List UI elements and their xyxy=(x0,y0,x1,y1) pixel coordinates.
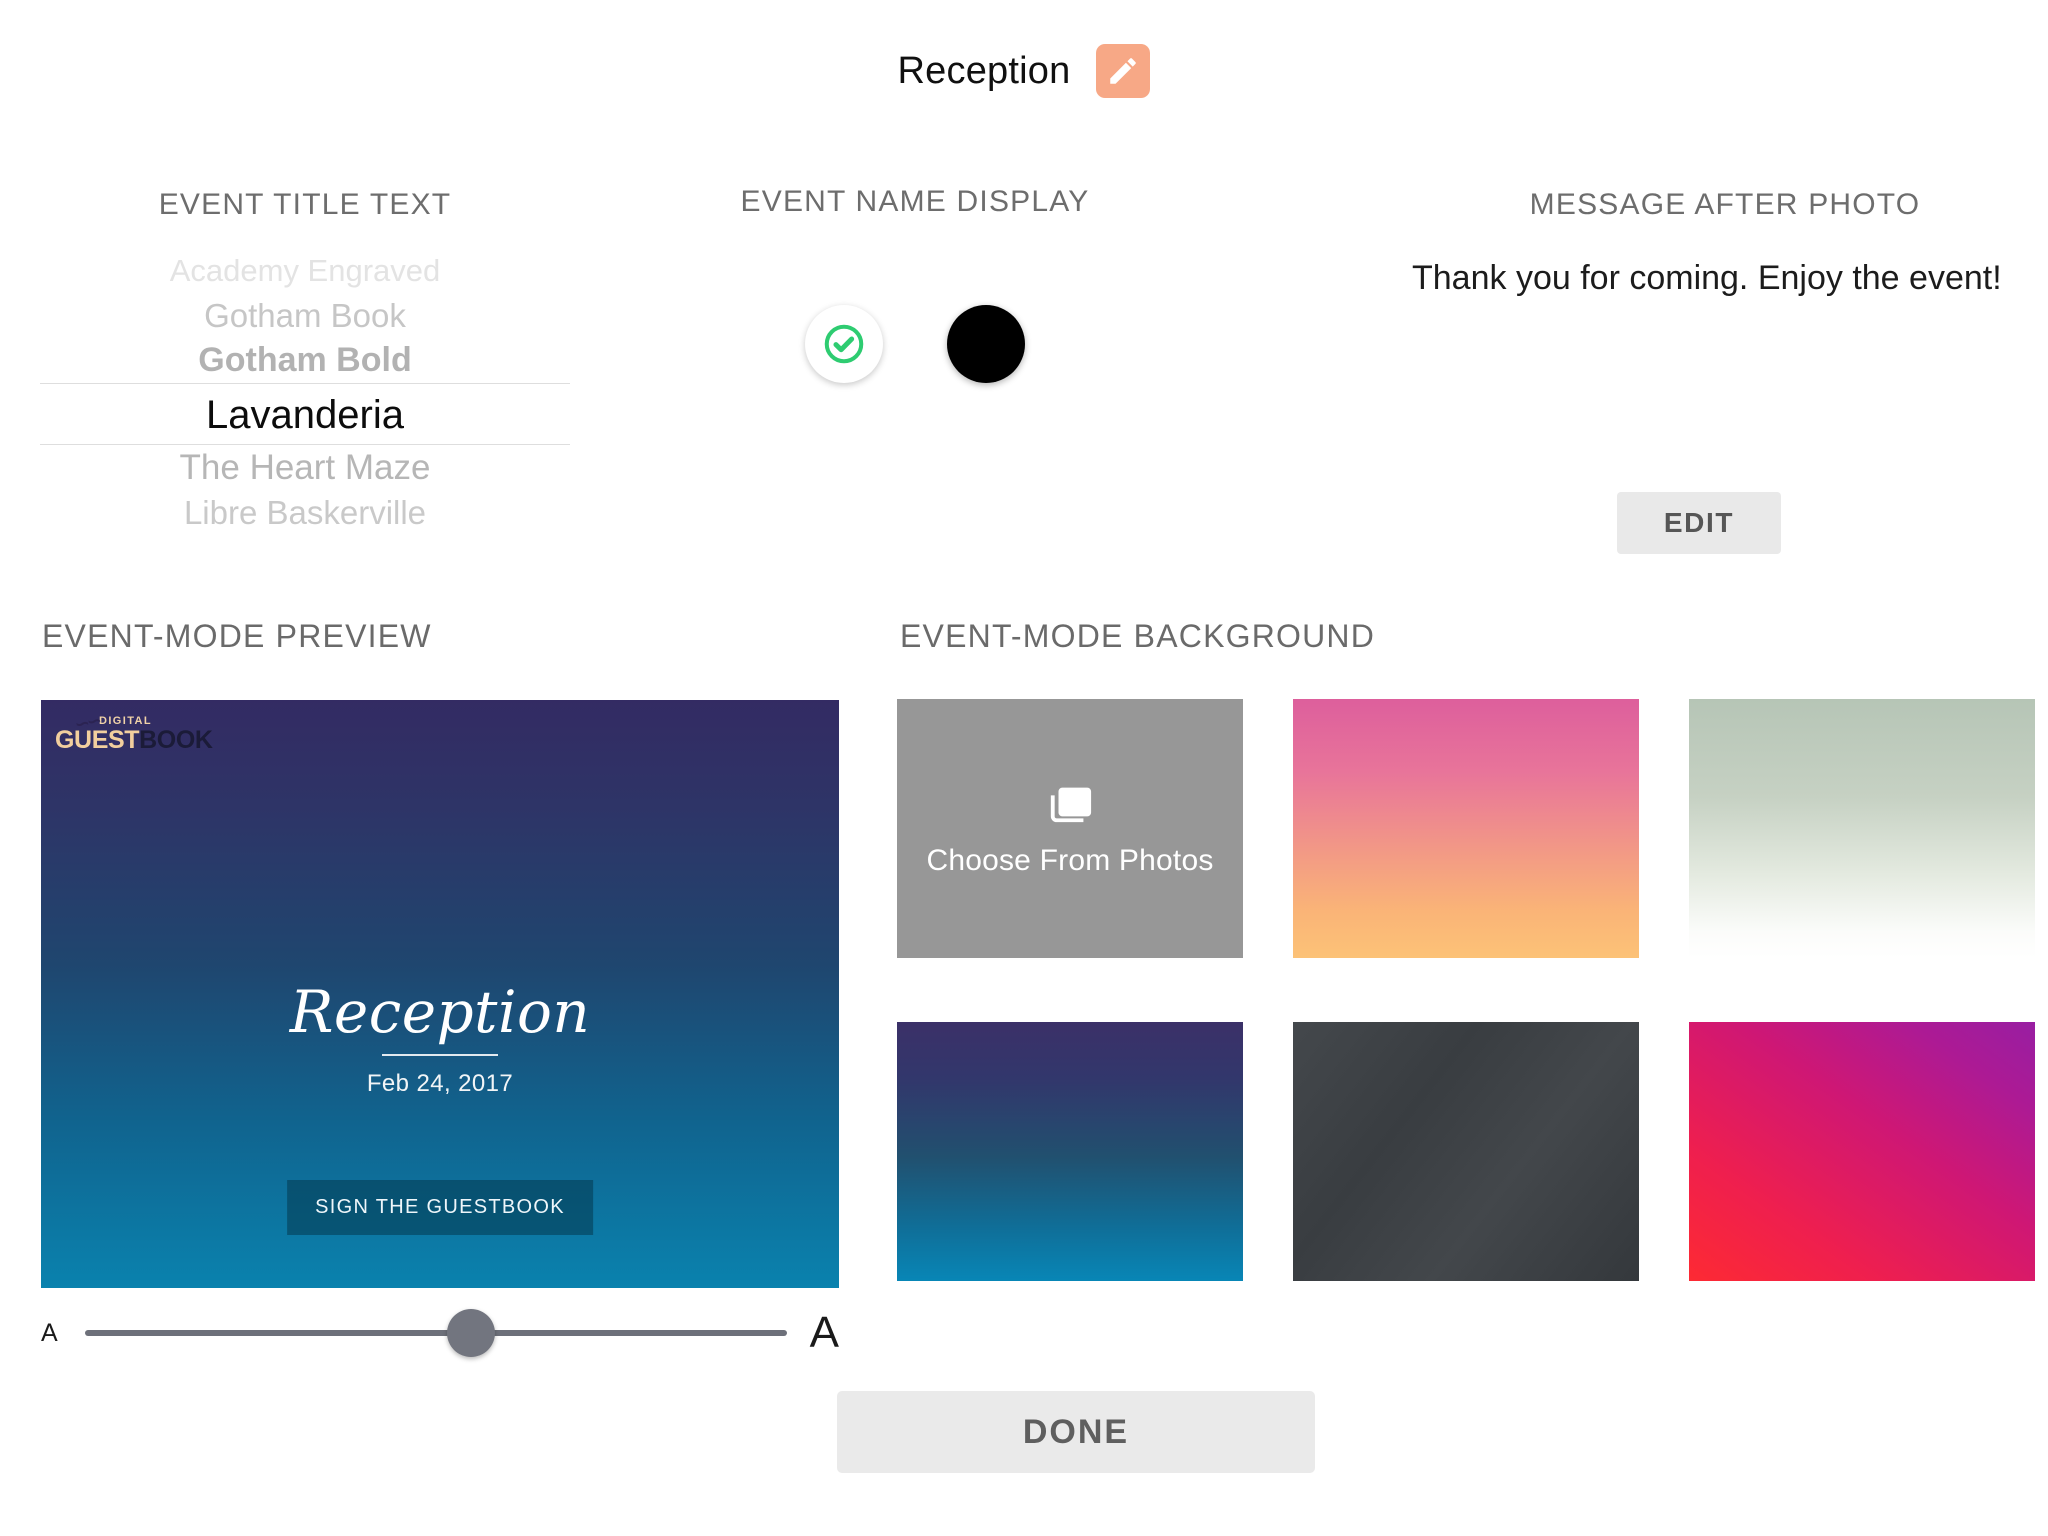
font-option-libre-baskerville[interactable]: Libre Baskerville xyxy=(40,490,570,530)
event-name-color-swatches xyxy=(610,305,1220,383)
font-size-slider-row: A A xyxy=(41,1300,839,1366)
font-option-lavanderia-selected[interactable]: Lavanderia xyxy=(40,383,570,445)
done-button[interactable]: DONE xyxy=(837,1391,1315,1473)
edit-title-button[interactable] xyxy=(1096,44,1151,98)
event-mode-preview-heading: EVENT-MODE PREVIEW xyxy=(42,618,432,654)
font-option-the-heart-maze[interactable]: The Heart Maze xyxy=(40,445,570,490)
message-after-photo-text: Thank you for coming. Enjoy the event! xyxy=(1412,259,2002,297)
event-mode-background-heading: EVENT-MODE BACKGROUND xyxy=(900,618,1376,654)
event-mode-preview-card[interactable]: ∽∽ DIGITAL GUESTBOOK Reception Feb 24, 2… xyxy=(41,700,839,1288)
event-name-display-section: EVENT NAME DISPLAY xyxy=(610,185,1220,219)
background-tile-sunset-gradient[interactable] xyxy=(1293,699,1639,958)
sign-the-guestbook-button[interactable]: SIGN THE GUESTBOOK xyxy=(287,1180,593,1235)
screen-header: Reception xyxy=(0,44,2048,98)
font-size-max-label: A xyxy=(809,1308,839,1357)
font-option-gotham-bold[interactable]: Gotham Bold xyxy=(40,338,570,383)
background-tile-sage-gradient[interactable] xyxy=(1689,699,2035,958)
background-tile-ocean-gradient[interactable] xyxy=(897,1022,1243,1281)
preview-event-name: Reception xyxy=(289,978,591,1046)
color-swatch-white-selected[interactable] xyxy=(805,305,883,383)
pencil-icon xyxy=(1106,54,1140,88)
preview-event-date: Feb 24, 2017 xyxy=(366,1069,514,1097)
logo-book-text: BOOK xyxy=(139,726,213,754)
message-after-photo-section: MESSAGE AFTER PHOTO xyxy=(1420,188,2030,222)
font-size-min-label: A xyxy=(41,1318,58,1347)
background-tile-berry-gradient[interactable] xyxy=(1689,1022,2035,1281)
color-swatch-black[interactable] xyxy=(947,305,1025,383)
background-tile-grid: Choose From Photos xyxy=(897,699,2035,1281)
preview-divider xyxy=(382,1053,498,1056)
event-mode-settings-screen: Reception EVENT TITLE TEXT Academy Engra… xyxy=(0,0,2048,1536)
font-option-gotham-book[interactable]: Gotham Book xyxy=(40,293,570,338)
check-circle-icon xyxy=(821,321,867,367)
font-size-slider-knob[interactable] xyxy=(447,1309,496,1357)
page-title: Reception xyxy=(897,49,1071,92)
event-title-text-heading: EVENT TITLE TEXT xyxy=(158,188,452,221)
digital-guestbook-logo: ∽∽ DIGITAL GUESTBOOK xyxy=(55,711,213,754)
font-size-slider-track[interactable] xyxy=(85,1309,787,1357)
event-mode-background-section: EVENT-MODE BACKGROUND xyxy=(900,618,1375,655)
background-tile-charcoal-gradient[interactable] xyxy=(1293,1022,1639,1281)
photo-library-icon xyxy=(1047,780,1093,826)
message-after-photo-heading: MESSAGE AFTER PHOTO xyxy=(1529,188,1921,221)
edit-message-button[interactable]: EDIT xyxy=(1617,492,1781,554)
event-name-display-heading: EVENT NAME DISPLAY xyxy=(740,185,1090,218)
event-mode-preview-section: EVENT-MODE PREVIEW xyxy=(42,618,432,655)
logo-swirl-icon: ∽∽ xyxy=(73,710,102,735)
preview-center-block: Reception Feb 24, 2017 xyxy=(41,982,839,1098)
font-option-academy-engraved[interactable]: Academy Engraved xyxy=(40,248,570,293)
choose-from-photos-label: Choose From Photos xyxy=(926,843,1214,877)
event-title-text-section: EVENT TITLE TEXT xyxy=(0,188,610,222)
font-picker-wheel[interactable]: Academy Engraved Gotham Book Gotham Bold… xyxy=(40,248,570,530)
background-tile-choose-from-photos[interactable]: Choose From Photos xyxy=(897,699,1243,958)
